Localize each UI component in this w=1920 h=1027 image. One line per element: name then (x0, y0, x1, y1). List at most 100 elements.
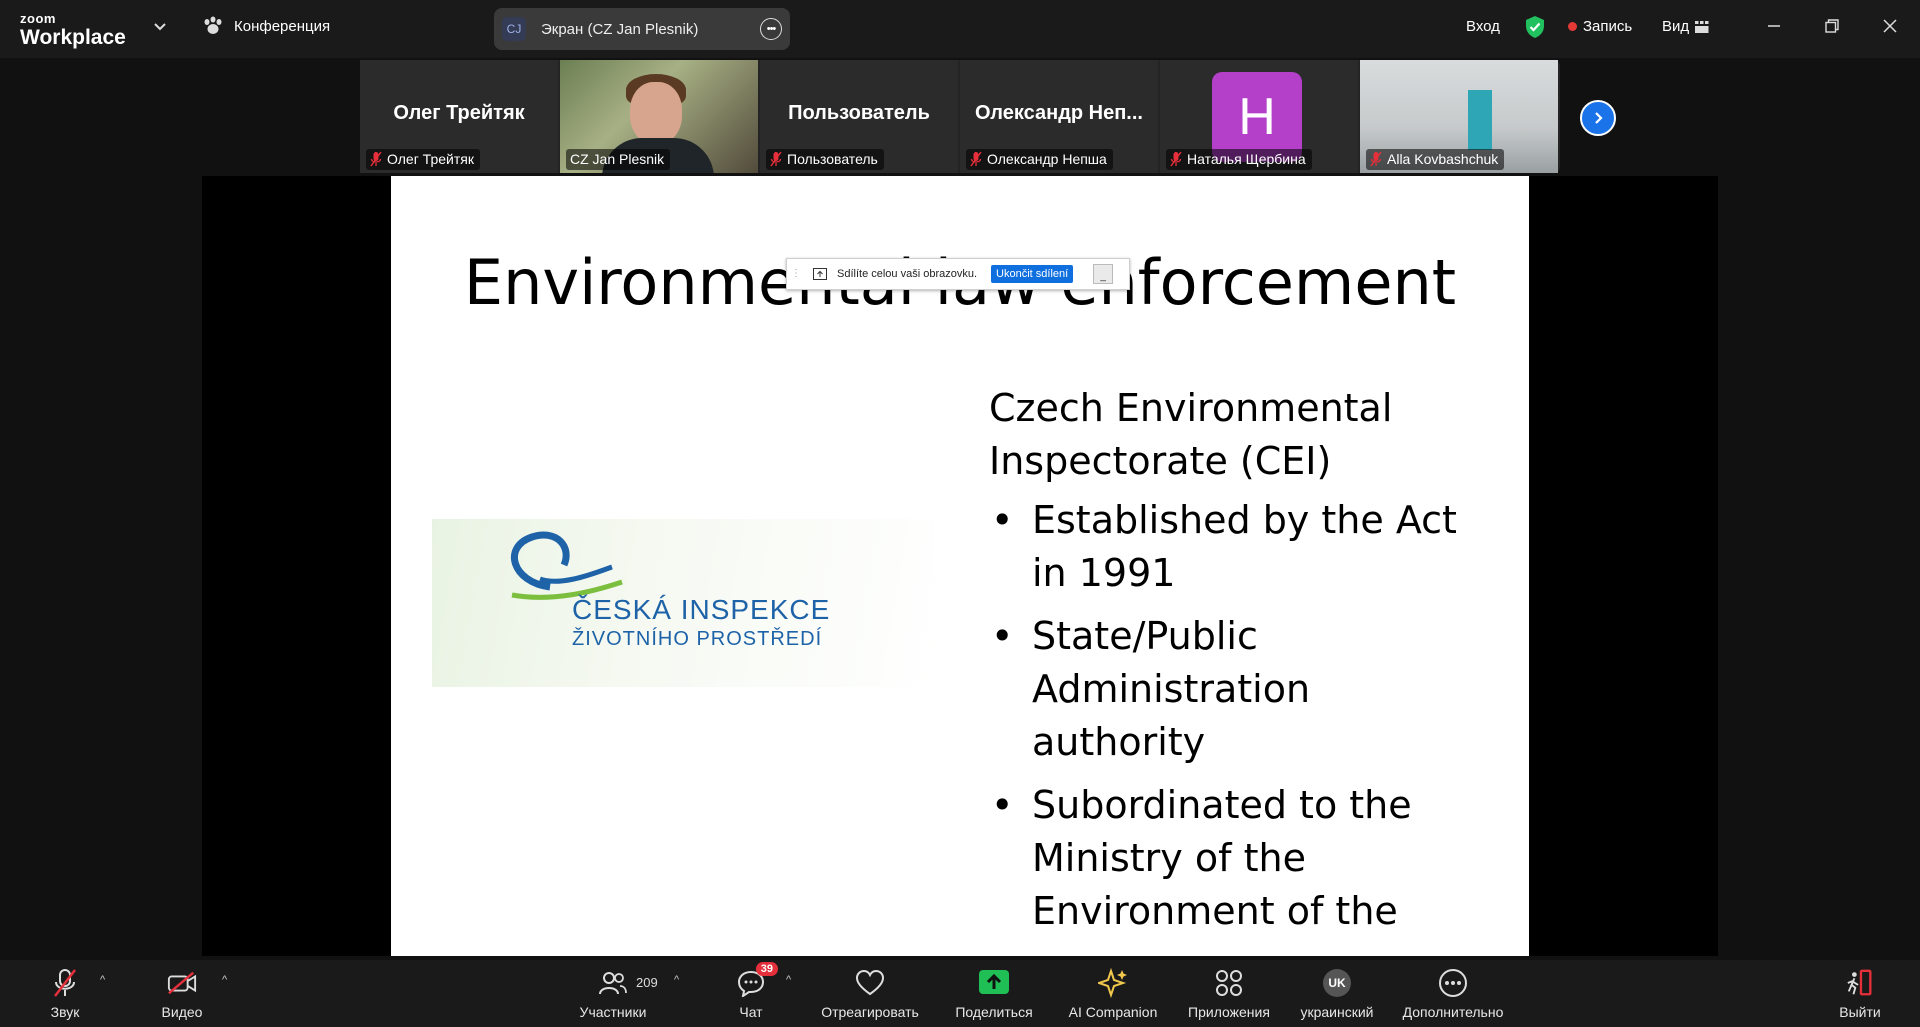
share-button[interactable]: Поделиться (939, 968, 1049, 1020)
muted-mic-icon (370, 151, 382, 167)
logo-text-line1: ČESKÁ INSPEKCE (572, 594, 831, 625)
participant-name-tag: CZ Jan Plesnik (566, 149, 671, 170)
bullet-line: Established by the Act (1032, 498, 1457, 542)
bullet-item: Established by the Act in 1991 (989, 494, 1489, 600)
muted-mic-icon (54, 969, 76, 997)
language-label: украинский (1300, 1004, 1374, 1020)
apps-button[interactable]: Приложения (1174, 968, 1284, 1020)
chevron-down-icon[interactable] (152, 18, 168, 34)
participant-tile[interactable]: Alla Kovbashchuk (1360, 60, 1558, 173)
participant-tile[interactable]: Олександр Неп... Олександр Непша (960, 60, 1158, 173)
grid-view-icon (1695, 20, 1709, 33)
participant-display-name: Пользователь (788, 102, 930, 124)
bullet-line: Ministry of the (1032, 836, 1306, 880)
brand-line2: Workplace (20, 26, 126, 49)
audio-label: Звук (50, 1004, 80, 1020)
leave-exit-icon (1847, 969, 1872, 996)
video-label: Видео (161, 1004, 203, 1020)
paw-icon (204, 16, 222, 34)
sharing-status-text: Sdílíte celou vaši obrazovku. (837, 268, 978, 280)
record-button[interactable]: Запись (1568, 18, 1632, 35)
chat-unread-badge: 39 (755, 962, 778, 976)
minimize-window-icon[interactable] (1762, 14, 1786, 38)
meeting-controls-toolbar: Звук ^ Видео ^ 209 Участники ^ 39 Чат ^ … (0, 960, 1920, 1027)
share-screen-icon (979, 970, 1009, 994)
ai-companion-label: AI Companion (1068, 1004, 1158, 1020)
top-bar: zoom Workplace Конференция CJ Экран (CZ … (0, 0, 1920, 58)
video-options-chevron-icon[interactable]: ^ (222, 974, 234, 986)
brand-line1: zoom (20, 11, 56, 26)
sharing-control-bar[interactable]: ⋮ Sdílíte celou vaši obrazovku. Ukončit … (786, 258, 1130, 290)
muted-mic-icon (1370, 151, 1382, 167)
meeting-label: Конференция (234, 17, 331, 35)
language-interpretation-button[interactable]: UK украинский (1282, 968, 1392, 1020)
bullet-item: Subordinated to the Ministry of the Envi… (989, 779, 1489, 938)
sparkle-icon (1098, 968, 1127, 998)
muted-mic-icon (1170, 151, 1182, 167)
participant-gallery-strip: Олег Трейтяк Олег Трейтяк CZ Jan Plesnik… (360, 60, 1560, 173)
participants-icon (599, 972, 627, 995)
share-label: Поделиться (955, 1004, 1033, 1020)
apps-label: Приложения (1188, 1004, 1270, 1020)
apps-icon (1216, 970, 1242, 996)
participants-label: Участники (579, 1004, 647, 1020)
leave-label: Выйти (1839, 1004, 1881, 1020)
video-off-icon (167, 971, 197, 995)
meeting-info-button[interactable]: Конференция (202, 16, 330, 36)
participant-name: Олег Трейтяк (387, 151, 474, 167)
cei-logo: ČESKÁ INSPEKCE ŽIVOTNÍHO PROSTŘEDÍ (432, 519, 934, 687)
participant-tile-active-speaker[interactable]: CZ Jan Plesnik (560, 60, 758, 173)
minimize-bar-icon[interactable]: _ (1093, 264, 1114, 284)
muted-mic-icon (970, 151, 982, 167)
heading-line: Czech Environmental (989, 386, 1393, 430)
heading-line: Inspectorate (CEI) (989, 439, 1332, 483)
view-button[interactable]: Вид (1662, 18, 1709, 35)
participant-name-tag: Олександр Непша (966, 149, 1113, 170)
participant-tile[interactable]: H Наталья Щербина (1160, 60, 1358, 173)
sign-in-button[interactable]: Вход (1466, 18, 1500, 35)
bullet-line: Administration (1032, 667, 1311, 711)
share-screen-icon (813, 268, 827, 280)
participant-name: Alla Kovbashchuk (1387, 151, 1499, 167)
more-button[interactable]: Дополнительно (1398, 968, 1508, 1020)
ai-companion-button[interactable]: AI Companion (1058, 968, 1168, 1020)
participants-count: 209 (636, 975, 658, 990)
slide-heading: Czech Environmental Inspectorate (CEI) (989, 382, 1489, 488)
participant-name: Наталья Щербина (1187, 151, 1306, 167)
participant-tile[interactable]: Пользователь Пользователь (760, 60, 958, 173)
next-page-chevron-icon[interactable] (1580, 100, 1616, 136)
participant-display-name: Олександр Неп... (975, 102, 1143, 124)
chat-options-chevron-icon[interactable]: ^ (786, 974, 798, 986)
close-window-icon[interactable] (1878, 14, 1902, 38)
participant-tile[interactable]: Олег Трейтяк Олег Трейтяк (360, 60, 558, 173)
zoom-workplace-logo[interactable]: zoom Workplace (20, 12, 126, 48)
react-button[interactable]: Отреагировать (815, 968, 925, 1020)
language-globe-icon: UK (1323, 969, 1351, 997)
participant-name-tag: Пользователь (766, 149, 884, 170)
participants-options-chevron-icon[interactable]: ^ (674, 974, 686, 986)
restore-window-icon[interactable] (1820, 14, 1844, 38)
bullet-line: authority (1032, 720, 1206, 764)
stop-sharing-button[interactable]: Ukončit sdílení (991, 265, 1074, 283)
logo-text-line2: ŽIVOTNÍHO PROSTŘEDÍ (572, 628, 823, 650)
leave-button[interactable]: Выйти (1805, 968, 1915, 1020)
muted-mic-icon (770, 151, 782, 167)
participants-button[interactable]: 209 Участники (558, 968, 668, 1020)
presentation-slide: Environmental law enforcement ČESKÁ INSP… (391, 176, 1529, 956)
sharer-label: Экран (CZ Jan Plesnik) (541, 20, 699, 38)
drag-handle-icon[interactable]: ⋮ (791, 269, 801, 279)
participant-name: Пользователь (787, 151, 878, 167)
participant-name-tag: Наталья Щербина (1166, 149, 1312, 170)
bullet-list: Established by the Act in 1991 State/Pub… (989, 494, 1489, 938)
audio-options-chevron-icon[interactable]: ^ (100, 974, 112, 986)
screen-share-pill[interactable]: CJ Экран (CZ Jan Plesnik) ••• (494, 8, 790, 50)
slide-body: Czech Environmental Inspectorate (CEI) E… (989, 382, 1489, 948)
participant-display-name: Олег Трейтяк (393, 102, 525, 124)
video-button[interactable]: Видео (127, 968, 237, 1020)
more-options-icon[interactable]: ••• (760, 18, 782, 40)
record-label: Запись (1583, 18, 1633, 35)
chat-label: Чат (739, 1004, 763, 1020)
shield-check-icon[interactable] (1524, 15, 1546, 39)
participant-name-tag: Alla Kovbashchuk (1366, 149, 1505, 170)
record-dot-icon (1568, 22, 1577, 31)
